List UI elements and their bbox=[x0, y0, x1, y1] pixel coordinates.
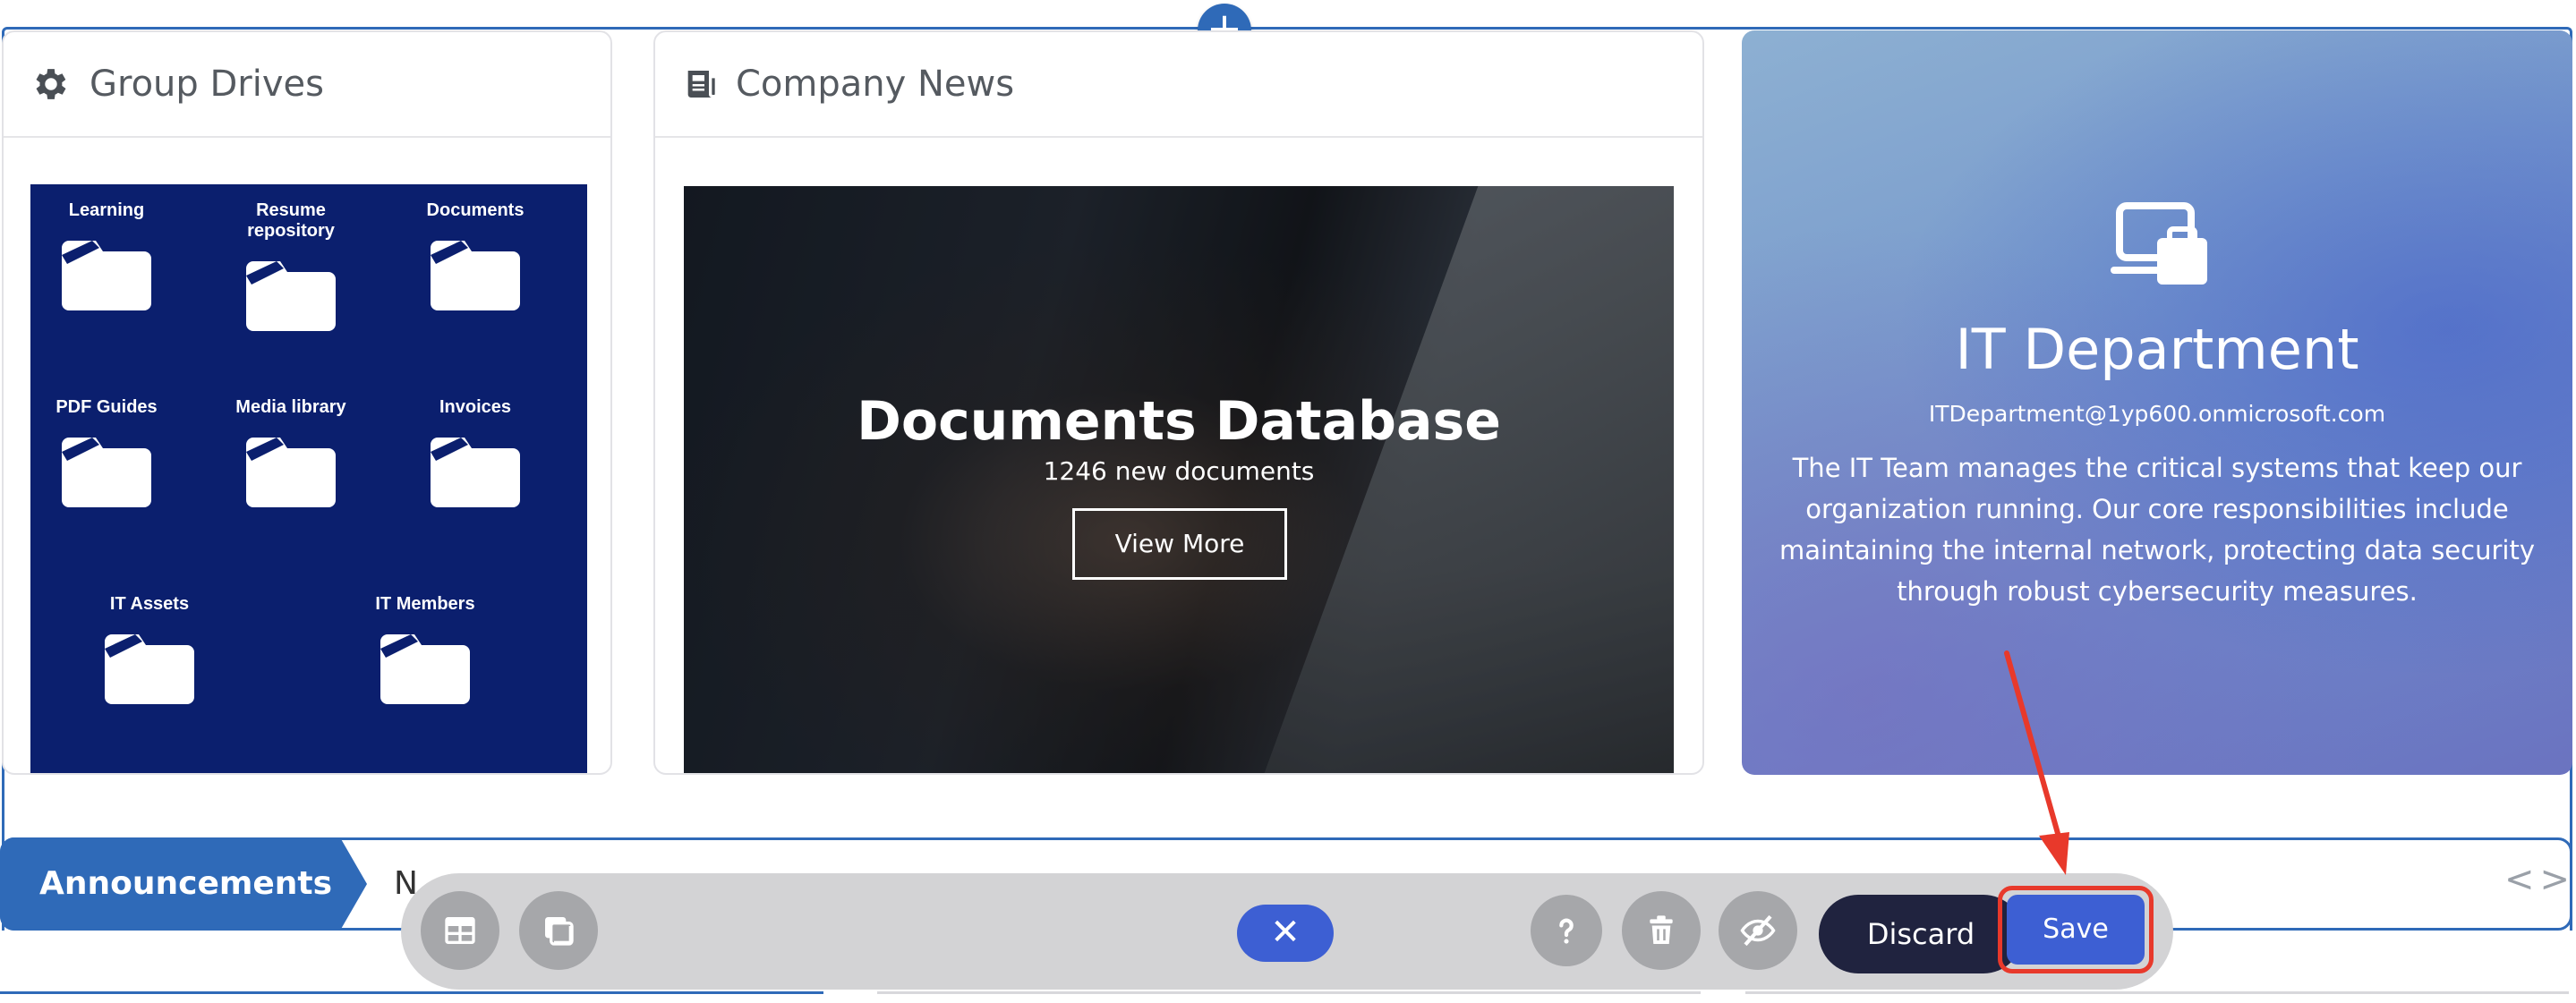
folder-item[interactable]: Invoices bbox=[399, 397, 551, 513]
announcement-nav-arrows[interactable]: <> bbox=[2504, 859, 2575, 900]
folder-icon bbox=[246, 261, 336, 331]
folder-icon bbox=[246, 438, 336, 507]
folder-item[interactable]: PDF Guides bbox=[30, 397, 183, 513]
folder-item[interactable]: Documents bbox=[399, 200, 551, 316]
news-subtitle: 1246 new documents bbox=[1043, 456, 1315, 486]
folder-label: Resume repository bbox=[247, 200, 335, 241]
folder-item[interactable]: IT Members bbox=[349, 594, 501, 710]
folder-label: Media library bbox=[235, 397, 346, 417]
hide-button[interactable] bbox=[1719, 891, 1797, 970]
group-drives-title: Group Drives bbox=[90, 64, 324, 105]
folder-icon bbox=[62, 241, 151, 310]
layout-button[interactable] bbox=[421, 891, 499, 970]
discard-button[interactable]: Discard bbox=[1819, 895, 2023, 973]
hide-icon bbox=[1740, 914, 1776, 947]
save-button[interactable]: Save bbox=[2007, 895, 2145, 965]
next-section-strip-3 bbox=[1745, 991, 2569, 1003]
it-description: The IT Team manages the critical systems… bbox=[1779, 453, 2535, 607]
delete-icon bbox=[1650, 915, 1673, 945]
folder-icon bbox=[62, 438, 151, 507]
company-news-card: Company News Documents Database 1246 new… bbox=[653, 30, 1704, 775]
group-drives-card: Group Drives Learning Resume repository Do… bbox=[2, 30, 612, 775]
company-news-title: Company News bbox=[736, 64, 1015, 105]
folder-label: IT Members bbox=[375, 594, 475, 614]
it-department-card: IT Department ITDepartment@1yp600.onmicr… bbox=[1742, 30, 2572, 775]
copy-icon bbox=[545, 917, 574, 946]
folder-item[interactable]: IT Assets bbox=[73, 594, 226, 710]
news-hero-image[interactable]: Documents Database 1246 new documents Vi… bbox=[684, 186, 1674, 773]
layout-icon bbox=[445, 917, 475, 944]
folder-icon bbox=[380, 634, 470, 704]
delete-button[interactable] bbox=[1622, 891, 1701, 970]
drives-grid: Learning Resume repository Documents PDF Gu… bbox=[30, 184, 587, 773]
newspaper-icon bbox=[687, 71, 715, 98]
folder-label: PDF Guides bbox=[55, 397, 158, 417]
group-drives-header: Group Drives bbox=[4, 32, 610, 138]
annotation-arrow bbox=[2004, 650, 2069, 875]
company-news-header: Company News bbox=[655, 32, 1702, 138]
folder-icon bbox=[105, 634, 194, 704]
folder-label: Learning bbox=[68, 200, 145, 220]
folder-label: Invoices bbox=[439, 397, 512, 417]
view-more-button[interactable]: View More bbox=[1072, 508, 1287, 580]
folder-label: IT Assets bbox=[109, 594, 190, 614]
help-button[interactable] bbox=[1531, 895, 1602, 966]
news-headline: Documents Database bbox=[857, 390, 1501, 453]
announcements-label: Announcements bbox=[0, 837, 340, 931]
laptop-briefcase-icon bbox=[2111, 202, 2207, 285]
folder-item[interactable]: Resume repository bbox=[215, 200, 367, 336]
it-email[interactable]: ITDepartment@1yp600.onmicrosoft.com bbox=[1742, 401, 2572, 427]
it-title: IT Department bbox=[1955, 317, 2359, 382]
folder-icon bbox=[431, 438, 520, 507]
copy-button[interactable] bbox=[519, 891, 598, 970]
folder-icon bbox=[431, 241, 520, 310]
folder-label: Documents bbox=[426, 200, 525, 220]
close-button[interactable]: ✕ bbox=[1237, 905, 1334, 962]
folder-item[interactable]: Learning bbox=[30, 200, 183, 316]
folder-item[interactable]: Media library bbox=[215, 397, 367, 513]
gear-icon bbox=[36, 69, 66, 99]
announcements-arrow bbox=[340, 837, 367, 931]
next-section-strip-1 bbox=[0, 991, 823, 1003]
help-icon bbox=[1559, 918, 1574, 944]
next-section-strip-2 bbox=[877, 991, 1701, 1003]
